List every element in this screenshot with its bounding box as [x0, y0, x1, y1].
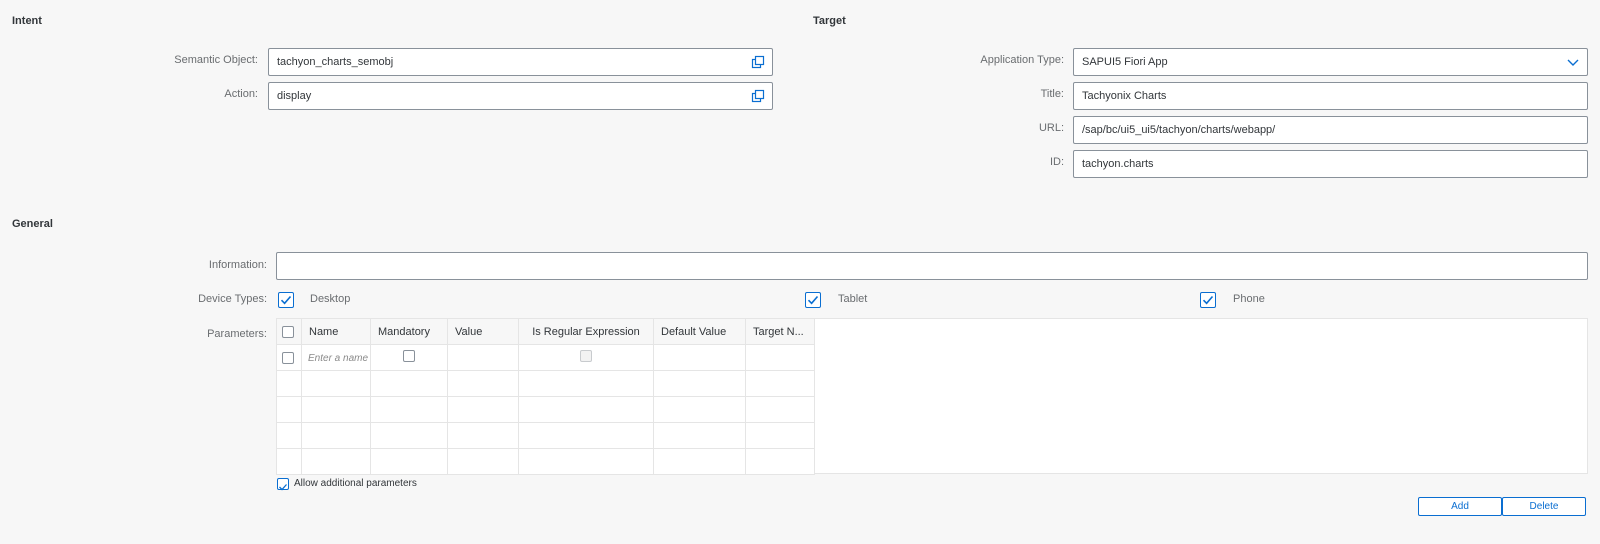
mandatory-checkbox[interactable]: [403, 350, 415, 362]
semantic-object-value: tachyon_charts_semobj: [277, 56, 394, 68]
value-help-icon[interactable]: [750, 54, 766, 70]
target-section-title: Target: [813, 15, 846, 27]
column-header-is-regex: Is Regular Expression: [518, 318, 654, 345]
is-regex-checkbox: [580, 350, 592, 362]
general-section-title: General: [12, 218, 53, 230]
action-label: Action:: [224, 88, 258, 100]
id-input[interactable]: tachyon.charts: [1073, 150, 1588, 178]
default-value-cell[interactable]: [653, 344, 746, 371]
phone-label: Phone: [1233, 293, 1265, 305]
information-input[interactable]: [276, 252, 1588, 280]
column-header-mandatory: Mandatory: [370, 318, 448, 345]
tablet-label: Tablet: [838, 293, 868, 305]
column-header-default-value: Default Value: [653, 318, 746, 345]
action-value: display: [277, 90, 312, 102]
checkmark-icon: [807, 295, 819, 305]
desktop-checkbox[interactable]: [278, 292, 294, 308]
checkmark-icon: [279, 484, 287, 491]
phone-checkbox[interactable]: [1200, 292, 1216, 308]
column-header-value: Value: [447, 318, 519, 345]
table-row: [276, 370, 815, 397]
parameters-label: Parameters:: [207, 328, 267, 340]
target-name-cell[interactable]: [745, 344, 815, 371]
value-cell[interactable]: [447, 344, 519, 371]
application-type-select[interactable]: SAPUI5 Fiori App: [1073, 48, 1588, 76]
name-input[interactable]: Enter a name: [301, 344, 371, 371]
table-row: Enter a name: [276, 344, 815, 371]
row-select-checkbox[interactable]: [282, 351, 294, 364]
url-input[interactable]: /sap/bc/ui5_ui5/tachyon/charts/webapp/: [1073, 116, 1588, 144]
action-input[interactable]: display: [268, 82, 773, 110]
value-help-icon[interactable]: [750, 88, 766, 104]
chevron-down-icon[interactable]: [1565, 54, 1581, 70]
allow-additional-label: Allow additional parameters: [294, 478, 417, 489]
application-type-label: Application Type:: [980, 54, 1064, 66]
information-label: Information:: [208, 259, 267, 271]
checkmark-icon: [1202, 295, 1214, 305]
tablet-checkbox[interactable]: [805, 292, 821, 308]
intent-section-title: Intent: [12, 15, 42, 27]
parameters-table-area: Name Mandatory Value Is Regular Expressi…: [276, 318, 1588, 475]
table-row: [276, 422, 815, 449]
column-header-target-name: Target N...: [745, 318, 815, 345]
allow-additional-checkbox[interactable]: [277, 478, 289, 491]
delete-button[interactable]: Delete: [1502, 497, 1586, 516]
select-all-checkbox[interactable]: [282, 325, 294, 338]
device-types-label: Device Types:: [198, 293, 267, 305]
semantic-object-label: Semantic Object:: [174, 54, 258, 66]
column-header-name: Name: [301, 318, 371, 345]
checkmark-icon: [280, 295, 292, 305]
title-label: Title:: [1040, 88, 1064, 100]
title-input[interactable]: Tachyonix Charts: [1073, 82, 1588, 110]
application-type-value: SAPUI5 Fiori App: [1082, 56, 1168, 68]
semantic-object-input[interactable]: tachyon_charts_semobj: [268, 48, 773, 76]
id-label: ID:: [1049, 156, 1064, 168]
table-header-row: Name Mandatory Value Is Regular Expressi…: [276, 318, 815, 345]
url-label: URL:: [1038, 122, 1064, 134]
add-button[interactable]: Add: [1418, 497, 1502, 516]
table-row: [276, 396, 815, 423]
name-placeholder: Enter a name: [308, 352, 369, 364]
desktop-label: Desktop: [310, 293, 351, 305]
parameters-table: Name Mandatory Value Is Regular Expressi…: [276, 318, 815, 475]
table-row: [276, 448, 815, 475]
